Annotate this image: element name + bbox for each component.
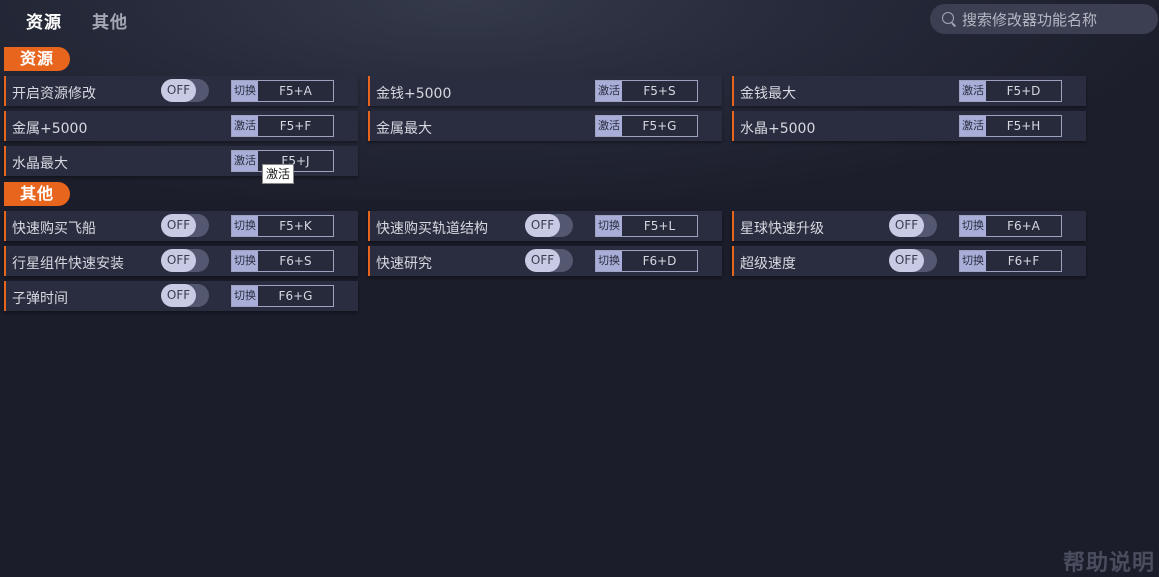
hotkey-mode: 切换: [596, 216, 622, 236]
section-header-other: 其他: [4, 182, 70, 206]
cheat-row-bullet-time: 子弹时间 OFF 切换 F6+G: [4, 281, 358, 311]
toggle-state: OFF: [889, 249, 924, 272]
cheat-row-metal-max: 金属最大 激活 F5+G: [368, 111, 722, 141]
cheat-row-money-plus: 金钱+5000 激活 F5+S: [368, 76, 722, 106]
hotkey-button[interactable]: 切换 F6+G: [231, 285, 334, 307]
toggle-switch[interactable]: OFF: [161, 214, 209, 237]
cheat-label: 行星组件快速安装: [12, 256, 124, 272]
search-box[interactable]: [930, 4, 1158, 34]
hotkey-mode: 切换: [232, 286, 258, 306]
toggle-state: OFF: [525, 214, 560, 237]
cheat-label: 金钱最大: [740, 86, 796, 102]
cheat-label: 水晶最大: [12, 156, 68, 172]
toggle-switch[interactable]: OFF: [889, 214, 937, 237]
toggle-switch[interactable]: OFF: [161, 284, 209, 307]
hotkey-mode: 激活: [596, 116, 622, 136]
hotkey-button[interactable]: 激活 F5+S: [595, 80, 698, 102]
toggle-switch[interactable]: OFF: [889, 249, 937, 272]
cheat-row-enable-resource: 开启资源修改 OFF 切换 F5+A: [4, 76, 358, 106]
help-link[interactable]: 帮助说明: [1063, 545, 1155, 577]
toggle-switch[interactable]: OFF: [525, 249, 573, 272]
cheat-label: 超级速度: [740, 256, 796, 272]
cheat-row-fast-buy-orbital: 快速购买轨道结构 OFF 切换 F5+L: [368, 211, 722, 241]
hotkey-button[interactable]: 切换 F5+A: [231, 80, 334, 102]
hotkey-key: F5+D: [1006, 84, 1041, 98]
cheat-label: 金属最大: [376, 121, 432, 137]
hotkey-tooltip: 激活: [262, 164, 295, 184]
cheat-label: 开启资源修改: [12, 86, 96, 102]
hotkey-button[interactable]: 激活 F5+H: [959, 115, 1062, 137]
toggle-state: OFF: [161, 214, 196, 237]
hotkey-mode: 激活: [960, 116, 986, 136]
hotkey-button[interactable]: 激活 F5+F: [231, 115, 334, 137]
hotkey-button[interactable]: 切换 F5+L: [595, 215, 698, 237]
hotkey-mode: 激活: [596, 81, 622, 101]
hotkey-button[interactable]: 切换 F5+K: [231, 215, 334, 237]
hotkey-mode: 切换: [232, 251, 258, 271]
search-input[interactable]: [960, 8, 1154, 32]
hotkey-key: F5+L: [643, 219, 676, 233]
tab-resources[interactable]: 资源: [26, 8, 62, 33]
toggle-state: OFF: [161, 79, 196, 102]
section-header-resources: 资源: [4, 47, 70, 71]
hotkey-key: F5+S: [643, 84, 676, 98]
hotkey-mode: 切换: [596, 251, 622, 271]
cheat-label: 快速购买飞船: [12, 221, 96, 237]
cheat-row-crystal-max: 水晶最大 激活 F5+J: [4, 146, 358, 176]
hotkey-key: F5+K: [279, 219, 312, 233]
tab-other[interactable]: 其他: [92, 8, 128, 33]
hotkey-mode: 激活: [232, 116, 258, 136]
cheat-row-planet-component: 行星组件快速安装 OFF 切换 F6+S: [4, 246, 358, 276]
hotkey-key: F5+G: [642, 119, 677, 133]
cheat-label: 金钱+5000: [376, 86, 452, 102]
toggle-switch[interactable]: OFF: [525, 214, 573, 237]
hotkey-button[interactable]: 切换 F6+A: [959, 215, 1062, 237]
cheat-row-crystal-plus: 水晶+5000 激活 F5+H: [732, 111, 1086, 141]
hotkey-mode: 切换: [960, 251, 986, 271]
hotkey-button[interactable]: 激活 F5+D: [959, 80, 1062, 102]
hotkey-mode: 激活: [960, 81, 986, 101]
hotkey-mode: 激活: [232, 151, 258, 171]
cheat-row-fast-buy-ship: 快速购买飞船 OFF 切换 F5+K: [4, 211, 358, 241]
search-icon: [942, 12, 954, 24]
toggle-state: OFF: [161, 284, 196, 307]
hotkey-key: F6+A: [1007, 219, 1040, 233]
toggle-state: OFF: [161, 249, 196, 272]
hotkey-key: F5+A: [279, 84, 312, 98]
hotkey-button[interactable]: 切换 F6+F: [959, 250, 1062, 272]
hotkey-key: F6+D: [642, 254, 677, 268]
toggle-state: OFF: [889, 214, 924, 237]
toggle-switch[interactable]: OFF: [161, 79, 209, 102]
cheat-row-fast-research: 快速研究 OFF 切换 F6+D: [368, 246, 722, 276]
hotkey-key: F6+S: [279, 254, 312, 268]
hotkey-mode: 切换: [232, 216, 258, 236]
hotkey-button[interactable]: 切换 F6+D: [595, 250, 698, 272]
cheat-label: 金属+5000: [12, 121, 88, 137]
hotkey-key: F5+H: [1006, 119, 1041, 133]
hotkey-mode: 切换: [960, 216, 986, 236]
hotkey-key: F6+G: [278, 289, 313, 303]
cheat-row-metal-plus: 金属+5000 激活 F5+F: [4, 111, 358, 141]
hotkey-mode: 切换: [232, 81, 258, 101]
cheat-label: 水晶+5000: [740, 121, 816, 137]
top-bar: 资源 其他: [0, 0, 1159, 40]
toggle-switch[interactable]: OFF: [161, 249, 209, 272]
cheat-row-super-speed: 超级速度 OFF 切换 F6+F: [732, 246, 1086, 276]
hotkey-button[interactable]: 切换 F6+S: [231, 250, 334, 272]
cheat-label: 子弹时间: [12, 291, 68, 307]
toggle-state: OFF: [525, 249, 560, 272]
cheat-label: 快速研究: [376, 256, 432, 272]
cheat-row-planet-upgrade: 星球快速升级 OFF 切换 F6+A: [732, 211, 1086, 241]
cheat-label: 快速购买轨道结构: [376, 221, 488, 237]
hotkey-key: F5+F: [279, 119, 312, 133]
cheat-label: 星球快速升级: [740, 221, 824, 237]
hotkey-key: F6+F: [1007, 254, 1040, 268]
cheat-row-money-max: 金钱最大 激活 F5+D: [732, 76, 1086, 106]
hotkey-button[interactable]: 激活 F5+G: [595, 115, 698, 137]
